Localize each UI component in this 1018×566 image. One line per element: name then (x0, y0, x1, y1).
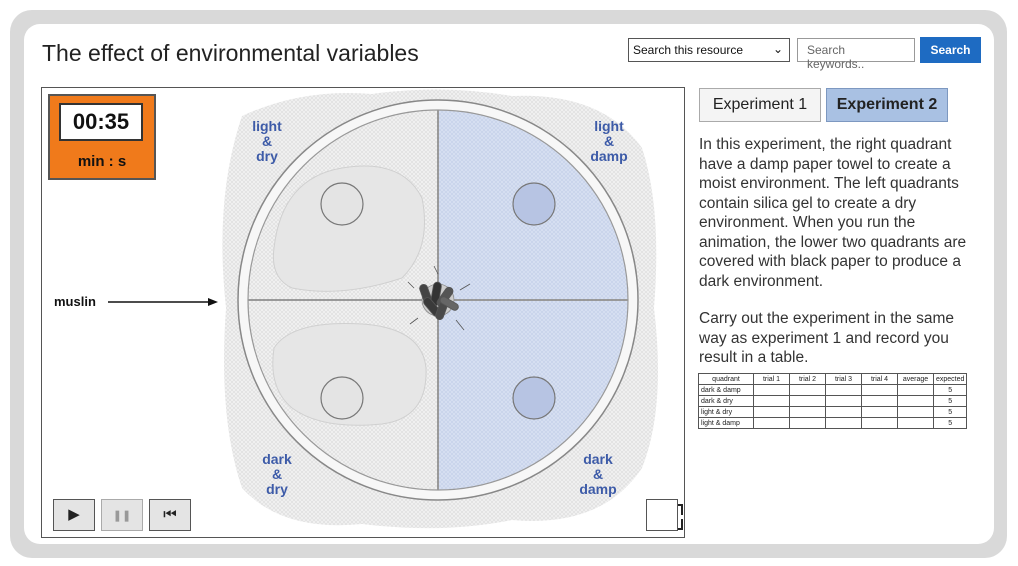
label-light-dry: light & dry (237, 119, 297, 164)
label-dark-damp: dark & damp (568, 452, 628, 497)
description-paragraph: Carry out the experiment in the same way… (699, 310, 955, 366)
table-header-row: quadrant trial 1 trial 2 trial 3 trial 4… (698, 373, 968, 385)
label-word: dry (266, 481, 288, 497)
chevron-down-icon: ⌄ (772, 42, 783, 56)
label-word: damp (590, 148, 628, 164)
label-word: dark (262, 451, 292, 467)
table-row: dark & dry 5 (698, 395, 968, 407)
label-word: & (603, 133, 615, 149)
trial-cell[interactable] (861, 417, 898, 429)
expected-cell: 5 (932, 395, 968, 407)
average-cell[interactable] (897, 395, 934, 407)
label-word: dark (583, 451, 613, 467)
quadrant-cell: light & dry (698, 406, 754, 418)
search-input[interactable]: Search keywords.. (797, 38, 915, 71)
page-title: The effect of environmental variables (42, 40, 419, 66)
expected-cell: 5 (932, 406, 968, 418)
column-header: expected (932, 373, 968, 385)
skip-back-icon: ⏮ (163, 506, 177, 523)
column-header: trial 4 (861, 373, 898, 385)
timer-value: 00:35 (59, 103, 143, 141)
play-button[interactable]: ▶ (53, 499, 95, 531)
average-cell[interactable] (897, 384, 934, 396)
trial-cell[interactable] (753, 395, 790, 407)
quadrant-cell: light & damp (698, 417, 754, 429)
search-scope-select[interactable]: Search this resource ⌄ (628, 38, 790, 62)
pause-icon: ❚❚ (112, 510, 132, 522)
column-header: trial 3 (825, 373, 862, 385)
hole-bottom-right (512, 376, 556, 420)
label-dark-dry: dark & dry (247, 452, 307, 497)
expected-cell: 5 (932, 384, 968, 396)
table-row: light & damp 5 (698, 417, 968, 429)
trial-cell[interactable] (753, 417, 790, 429)
trial-cell[interactable] (753, 384, 790, 396)
tab-experiment-1[interactable]: Experiment 1 (699, 88, 821, 122)
label-word: dry (256, 148, 278, 164)
fullscreen-button[interactable] (646, 499, 678, 531)
trial-cell[interactable] (825, 384, 862, 396)
column-header: quadrant (698, 373, 754, 385)
reset-button[interactable]: ⏮ (149, 499, 191, 531)
column-header: trial 2 (789, 373, 826, 385)
timer-display: 00:35 min : s (48, 94, 156, 180)
play-icon: ▶ (68, 506, 80, 523)
label-word: & (271, 466, 283, 482)
trial-cell[interactable] (825, 417, 862, 429)
simulation-panel: 00:35 min : s light & dry light & damp d… (41, 87, 685, 538)
muslin-label: muslin (54, 294, 96, 309)
trial-cell[interactable] (789, 395, 826, 407)
trial-cell[interactable] (861, 395, 898, 407)
tab-experiment-2[interactable]: Experiment 2 (826, 88, 948, 122)
label-light-damp: light & damp (579, 119, 639, 164)
hole-top-left (320, 182, 364, 226)
search-scope-value: Search this resource (633, 43, 744, 57)
label-word: light (252, 118, 282, 134)
quadrant-cell: dark & dry (698, 395, 754, 407)
hole-top-right (512, 182, 556, 226)
average-cell[interactable] (897, 417, 934, 429)
column-header: average (897, 373, 934, 385)
trial-cell[interactable] (825, 395, 862, 407)
timer-unit: min : s (77, 153, 127, 170)
trial-cell[interactable] (789, 406, 826, 418)
results-table: quadrant trial 1 trial 2 trial 3 trial 4… (698, 373, 968, 429)
label-word: & (592, 466, 604, 482)
arrow-head-icon (208, 298, 218, 306)
table-row: dark & damp 5 (698, 384, 968, 396)
label-word: damp (579, 481, 617, 497)
search-placeholder: Search keywords.. (807, 43, 865, 71)
hole-bottom-left (320, 376, 364, 420)
expected-cell: 5 (932, 417, 968, 429)
trial-cell[interactable] (789, 417, 826, 429)
trial-cell[interactable] (753, 406, 790, 418)
pause-button[interactable]: ❚❚ (101, 499, 143, 531)
trial-cell[interactable] (861, 406, 898, 418)
column-header: trial 1 (753, 373, 790, 385)
experiment-description: In this experiment, the right quadrant h… (699, 135, 984, 386)
trial-cell[interactable] (789, 384, 826, 396)
trial-cell[interactable] (861, 384, 898, 396)
label-word: light (594, 118, 624, 134)
label-word: & (261, 133, 273, 149)
quadrant-cell: dark & damp (698, 384, 754, 396)
search-button[interactable]: Search (920, 37, 981, 63)
table-row: light & dry 5 (698, 406, 968, 418)
trial-cell[interactable] (825, 406, 862, 418)
description-paragraph: In this experiment, the right quadrant h… (699, 136, 967, 290)
average-cell[interactable] (897, 406, 934, 418)
